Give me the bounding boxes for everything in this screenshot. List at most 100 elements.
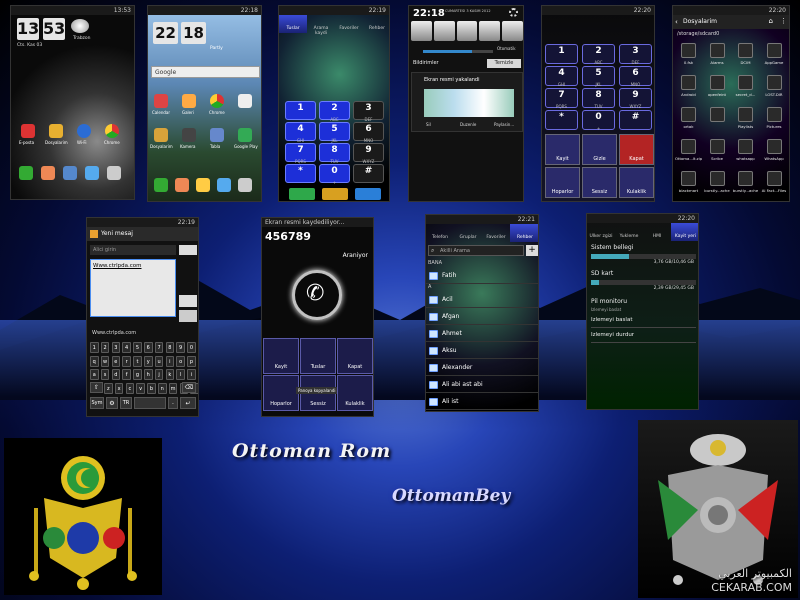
dock-apps-icon[interactable] bbox=[238, 178, 252, 192]
tab-running[interactable]: Ulker zgizi bbox=[587, 223, 615, 241]
speaker-button[interactable]: Hoparlor bbox=[263, 375, 299, 411]
play-store-icon[interactable] bbox=[238, 128, 252, 142]
menu-icon[interactable]: ⋮ bbox=[780, 17, 787, 25]
contact-row[interactable]: Alexander bbox=[426, 360, 538, 376]
toggle-bluetooth[interactable] bbox=[502, 21, 523, 41]
key-p[interactable]: p bbox=[187, 355, 196, 367]
brightness-auto[interactable]: Otomatik bbox=[497, 46, 516, 51]
action-share[interactable]: Paylasin... bbox=[494, 122, 514, 127]
dial-key-0[interactable]: 0 + bbox=[582, 110, 615, 131]
dial-key-8[interactable]: 8 TUV bbox=[319, 143, 350, 164]
tab-contacts[interactable]: Rehber bbox=[510, 224, 538, 242]
dial-key-hash[interactable]: # bbox=[619, 110, 652, 130]
contact-row[interactable]: Ali abi ast abi bbox=[426, 377, 538, 393]
call-button[interactable] bbox=[289, 188, 315, 200]
file-item[interactable]: Ai Fact...Files bbox=[761, 169, 788, 199]
clock-hour[interactable]: 22 bbox=[153, 22, 178, 44]
dial-key-2[interactable]: 2 ABC bbox=[582, 44, 615, 65]
start-monitoring-button[interactable]: Izlemeyi baslat bbox=[591, 317, 696, 328]
dial-key-1[interactable]: 1 bbox=[545, 44, 578, 64]
keypad-button[interactable]: Tuslar bbox=[300, 338, 336, 374]
key-9[interactable]: 9 bbox=[176, 342, 185, 353]
dock-contacts-icon[interactable] bbox=[41, 166, 55, 180]
dock-browser-icon[interactable] bbox=[217, 178, 231, 192]
tab-ram[interactable]: HMI bbox=[643, 223, 671, 241]
file-item[interactable]: Android bbox=[675, 73, 702, 103]
file-item[interactable]: secret_d... bbox=[732, 73, 759, 103]
key-6[interactable]: 6 bbox=[144, 342, 153, 353]
speaker-button[interactable]: Hoparlor bbox=[545, 167, 580, 198]
delete-button[interactable] bbox=[355, 188, 381, 200]
file-item[interactable]: blackmart bbox=[675, 169, 702, 199]
dock-apps-icon[interactable] bbox=[107, 166, 121, 180]
end-call-button[interactable]: Kapat bbox=[619, 134, 654, 165]
key-c[interactable]: c bbox=[125, 382, 135, 394]
dock-messages-icon[interactable] bbox=[196, 178, 210, 192]
key-4[interactable]: 4 bbox=[122, 342, 131, 353]
search-field[interactable]: ⌕ Akilli Arama bbox=[428, 245, 524, 256]
action-edit[interactable]: Duzenle bbox=[460, 122, 476, 127]
dial-key-hash[interactable]: # bbox=[353, 164, 384, 183]
key-3[interactable]: 3 bbox=[111, 342, 121, 353]
file-item[interactable]: whatsapp bbox=[732, 137, 759, 167]
key-5[interactable]: 5 bbox=[133, 342, 142, 353]
stop-monitoring-button[interactable]: Izlemeyi durdur bbox=[591, 332, 696, 343]
clock-minute[interactable]: 53 bbox=[43, 18, 65, 40]
dial-key-3[interactable]: 3 DEF bbox=[619, 44, 652, 65]
dial-key-6[interactable]: 6 MNO bbox=[619, 66, 652, 87]
key-b[interactable]: b bbox=[147, 382, 156, 394]
dial-key-star[interactable]: * bbox=[285, 164, 316, 183]
file-item[interactable]: AppGame bbox=[761, 41, 788, 71]
key-w[interactable]: w bbox=[100, 355, 110, 367]
dial-key-5[interactable]: 5 JKL bbox=[319, 122, 350, 143]
clock-hour[interactable]: 13 bbox=[17, 18, 39, 40]
key-d[interactable]: d bbox=[111, 369, 121, 380]
language-key[interactable]: TR bbox=[120, 397, 132, 409]
google-search-bar[interactable]: Google bbox=[151, 66, 260, 78]
key-t[interactable]: t bbox=[133, 355, 142, 367]
mute-button[interactable]: Sessiz bbox=[582, 167, 617, 198]
end-call-button[interactable]: Kapat bbox=[337, 338, 373, 374]
period-key[interactable]: . bbox=[168, 397, 178, 409]
hide-button[interactable]: Gizle bbox=[582, 134, 617, 165]
file-item[interactable]: Alarms bbox=[704, 41, 731, 71]
tab-call-log[interactable]: Arama kaydi bbox=[307, 15, 335, 36]
file-item[interactable]: 0.fsk bbox=[675, 41, 702, 71]
file-item[interactable]: openfeint bbox=[704, 73, 731, 103]
file-item[interactable]: Ottoma...lt.zip bbox=[675, 137, 702, 167]
space-key[interactable] bbox=[134, 397, 166, 409]
record-button[interactable]: Kayit bbox=[263, 338, 299, 374]
record-button[interactable]: Kayit bbox=[545, 134, 580, 165]
calendar-icon[interactable] bbox=[154, 94, 168, 108]
dial-key-star[interactable]: * bbox=[545, 110, 578, 130]
dial-key-6[interactable]: 6 MNO bbox=[353, 122, 384, 143]
recipient-field[interactable]: Alici girin bbox=[90, 245, 176, 255]
key-2[interactable]: 2 bbox=[100, 342, 110, 353]
notification-item[interactable]: Ekran resmi yakalandi Sil Duzenle Paylas… bbox=[411, 72, 523, 132]
file-item[interactable]: Playlists bbox=[732, 105, 759, 135]
settings-key[interactable]: ⚙ bbox=[106, 397, 118, 409]
dial-key-3[interactable]: 3 DEF bbox=[353, 101, 384, 122]
headset-button[interactable]: Kulaklik bbox=[619, 167, 654, 198]
tablet-icon[interactable] bbox=[210, 128, 224, 142]
key-7[interactable]: 7 bbox=[154, 342, 164, 353]
files-icon[interactable] bbox=[49, 124, 63, 138]
key-e[interactable]: e bbox=[111, 355, 121, 367]
dial-key-7[interactable]: 7 PQRS bbox=[285, 143, 316, 164]
key-8[interactable]: 8 bbox=[165, 342, 175, 353]
key-a[interactable]: a bbox=[90, 369, 99, 380]
key-u[interactable]: u bbox=[154, 355, 164, 367]
toggle-rotate[interactable] bbox=[479, 21, 501, 41]
contact-row[interactable]: Acil bbox=[426, 292, 538, 308]
key-q[interactable]: q bbox=[90, 355, 99, 367]
key-k[interactable]: k bbox=[165, 369, 175, 380]
camera-icon[interactable] bbox=[182, 128, 196, 142]
dial-key-1[interactable]: 1 bbox=[285, 101, 316, 120]
key-j[interactable]: j bbox=[154, 369, 164, 380]
key-g[interactable]: g bbox=[133, 369, 142, 380]
file-item[interactable]: burstly...ache bbox=[704, 169, 731, 199]
attach-button[interactable] bbox=[179, 310, 197, 322]
dial-key-7[interactable]: 7 PQRS bbox=[545, 88, 578, 109]
symbols-key[interactable]: Sym bbox=[90, 397, 104, 409]
key-m[interactable]: m bbox=[168, 382, 178, 394]
